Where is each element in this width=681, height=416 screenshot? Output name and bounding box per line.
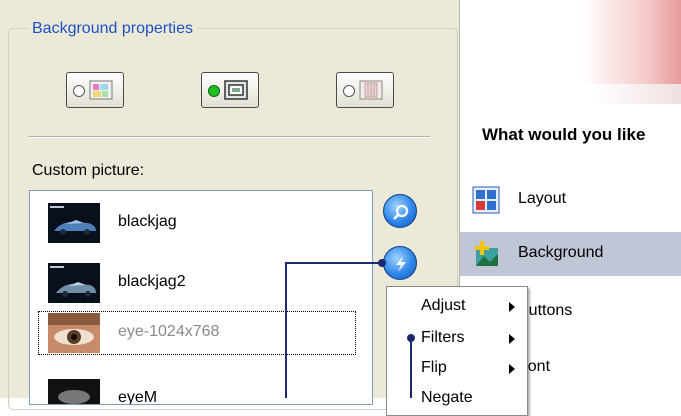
color-swatch-icon (89, 80, 113, 100)
submenu-arrow-icon (509, 334, 515, 344)
magnifier-icon (393, 204, 409, 220)
menu-item-label: Background (518, 244, 604, 261)
ctx-item-label: Flip (421, 359, 447, 376)
menu-item-background[interactable]: Background (460, 232, 681, 276)
header-banner (460, 0, 681, 85)
radio-off-icon (73, 85, 85, 97)
effects-context-menu: Adjust Filters Flip Negate (386, 286, 528, 416)
ctx-item-adjust[interactable]: Adjust (387, 291, 527, 321)
picture-name: blackjag2 (118, 273, 186, 290)
ctx-item-label: Adjust (421, 297, 466, 314)
car-thumbnail-icon (48, 203, 100, 243)
custom-picture-label: Custom picture: (32, 162, 145, 179)
picture-name: blackjag (118, 213, 177, 230)
ctx-item-label: Negate (421, 389, 473, 406)
car-thumbnail-icon (48, 263, 100, 303)
radio-on-icon (208, 85, 220, 97)
picture-name: eyeM (118, 389, 158, 405)
picture-item-blackjag2[interactable]: blackjag2 (48, 263, 348, 303)
picture-item-blackjag[interactable]: blackjag (48, 203, 348, 243)
submenu-arrow-icon (509, 364, 515, 374)
eye-thumbnail-icon (48, 313, 100, 353)
slideshow-mode-button[interactable] (336, 72, 394, 108)
picture-name: eye-1024x768 (118, 323, 220, 340)
browse-picture-button[interactable] (383, 194, 417, 228)
eye-thumbnail-icon (48, 379, 100, 404)
picture-item-eyem[interactable]: eyeM (48, 379, 348, 405)
color-mode-button[interactable] (66, 72, 124, 108)
radio-off-icon (343, 85, 355, 97)
ctx-item-label: Filters (421, 329, 465, 346)
layout-icon (472, 186, 500, 214)
custom-picture-list[interactable]: blackjag blackjag2 eye-1024x768 eyeM (29, 190, 373, 405)
lightning-icon (396, 256, 406, 272)
wizard-question: What would you like (482, 125, 646, 144)
ctx-item-negate[interactable]: Negate (387, 383, 527, 413)
menu-item-label: Layout (518, 190, 567, 207)
group-title: Background properties (28, 20, 197, 38)
ctx-item-flip[interactable]: Flip (387, 353, 527, 383)
header-band (460, 84, 681, 104)
picture-frame-icon (224, 80, 248, 100)
picture-item-eye[interactable]: eye-1024x768 (48, 313, 348, 353)
effects-button[interactable] (383, 246, 417, 280)
menu-item-layout[interactable]: Layout (460, 178, 681, 222)
filmstrip-icon (359, 80, 383, 100)
ctx-item-filters[interactable]: Filters (387, 323, 527, 353)
picture-mode-button[interactable] (201, 72, 259, 108)
submenu-arrow-icon (509, 302, 515, 312)
background-icon (475, 241, 498, 266)
separator-line (28, 136, 430, 138)
